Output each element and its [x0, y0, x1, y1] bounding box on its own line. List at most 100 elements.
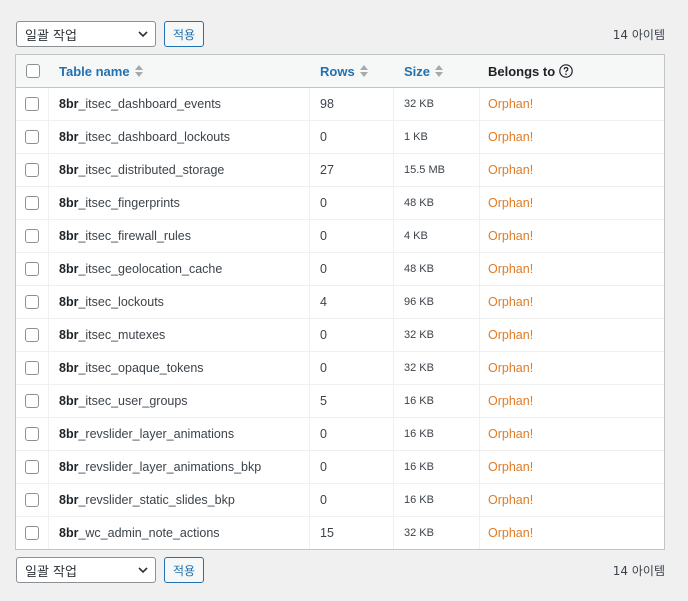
- row-checkbox[interactable]: [25, 526, 39, 540]
- table-row: 8br_itsec_firewall_rules 0 4 KB Orphan!: [16, 220, 664, 253]
- row-checkbox[interactable]: [25, 163, 39, 177]
- table-name: 8br_wc_admin_note_actions: [59, 526, 220, 540]
- table-row: 8br_itsec_mutexes 0 32 KB Orphan!: [16, 319, 664, 352]
- table-row: 8br_revslider_layer_animations 0 16 KB Orph…: [16, 418, 664, 451]
- table-prefix: 8br: [59, 163, 79, 177]
- table-name: 8br_itsec_geolocation_cache: [59, 262, 222, 276]
- table-prefix: 8br: [59, 427, 79, 441]
- table-row: 8br_revslider_static_slides_bkp 0 16 KB Orp…: [16, 484, 664, 517]
- column-size-label: Size: [404, 63, 431, 79]
- column-size[interactable]: Size: [394, 55, 480, 87]
- table-row: 8br_itsec_distributed_storage 27 15.5 MB Or…: [16, 154, 664, 187]
- table-size: 96 KB: [404, 296, 434, 308]
- table-size: 32 KB: [404, 329, 434, 341]
- belongs-to-value: Orphan!: [488, 97, 534, 111]
- row-checkbox[interactable]: [25, 97, 39, 111]
- table-prefix: 8br: [59, 262, 79, 276]
- belongs-to-value: Orphan!: [488, 130, 534, 144]
- table-prefix: 8br: [59, 328, 79, 342]
- row-checkbox[interactable]: [25, 262, 39, 276]
- table-name: 8br_itsec_opaque_tokens: [59, 361, 204, 375]
- column-table-name[interactable]: Table name: [49, 55, 310, 87]
- table-prefix: 8br: [59, 97, 79, 111]
- help-circle-icon[interactable]: [559, 64, 573, 78]
- table-name: 8br_itsec_lockouts: [59, 295, 164, 309]
- row-checkbox[interactable]: [25, 361, 39, 375]
- row-count: 0: [320, 130, 327, 144]
- table-suffix: _revslider_layer_animations: [78, 427, 235, 441]
- belongs-to-value: Orphan!: [488, 262, 534, 276]
- sort-arrows-icon: [359, 65, 368, 77]
- column-rows-label: Rows: [320, 63, 355, 79]
- row-count: 0: [320, 328, 327, 342]
- tables-screen: 일괄 작업 적용 14 아이템 Table name Rows Size Bel…: [0, 0, 688, 601]
- table-suffix: _wc_admin_note_actions: [78, 526, 220, 540]
- table-name: 8br_revslider_layer_animations: [59, 427, 234, 441]
- table-suffix: _itsec_lockouts: [78, 295, 164, 309]
- row-count: 27: [320, 163, 334, 177]
- apply-button[interactable]: 적용: [164, 21, 204, 47]
- row-checkbox[interactable]: [25, 295, 39, 309]
- table-suffix: _itsec_opaque_tokens: [78, 361, 204, 375]
- item-count: 14 아이템: [612, 564, 665, 578]
- row-checkbox[interactable]: [25, 229, 39, 243]
- tables-list: Table name Rows Size Belongs to 8br_itse…: [15, 54, 665, 550]
- table-suffix: _revslider_layer_animations_bkp: [78, 460, 262, 474]
- bulk-actions-label: 일괄 작업: [25, 564, 77, 580]
- row-checkbox[interactable]: [25, 427, 39, 441]
- table-size: 16 KB: [404, 395, 434, 407]
- sort-arrows-icon: [435, 65, 444, 77]
- table-suffix: _itsec_firewall_rules: [78, 229, 192, 243]
- select-all-checkbox[interactable]: [25, 64, 40, 78]
- row-checkbox[interactable]: [25, 130, 39, 144]
- table-name: 8br_itsec_fingerprints: [59, 196, 180, 210]
- belongs-to-value: Orphan!: [488, 394, 534, 408]
- row-checkbox[interactable]: [25, 196, 39, 210]
- table-prefix: 8br: [59, 460, 79, 474]
- table-size: 32 KB: [404, 98, 434, 110]
- bulk-actions-select[interactable]: 일괄 작업: [16, 557, 156, 583]
- chevron-down-icon: [138, 567, 148, 574]
- belongs-to-value: Orphan!: [488, 196, 534, 210]
- table-row: 8br_wc_admin_note_actions 15 32 KB Orphan!: [16, 517, 664, 549]
- row-count: 0: [320, 262, 327, 276]
- table-prefix: 8br: [59, 526, 79, 540]
- column-belongs-to: Belongs to: [480, 55, 664, 87]
- table-size: 16 KB: [404, 461, 434, 473]
- table-prefix: 8br: [59, 361, 79, 375]
- row-count: 4: [320, 295, 327, 309]
- table-prefix: 8br: [59, 130, 79, 144]
- table-name: 8br_revslider_layer_animations_bkp: [59, 460, 261, 474]
- belongs-to-value: Orphan!: [488, 460, 534, 474]
- row-checkbox[interactable]: [25, 460, 39, 474]
- row-count: 15: [320, 526, 334, 540]
- row-checkbox[interactable]: [25, 394, 39, 408]
- table-name: 8br_itsec_distributed_storage: [59, 163, 224, 177]
- table-suffix: _itsec_dashboard_events: [78, 97, 221, 111]
- row-checkbox[interactable]: [25, 328, 39, 342]
- table-name: 8br_itsec_dashboard_lockouts: [59, 130, 230, 144]
- row-count: 0: [320, 196, 327, 210]
- belongs-to-value: Orphan!: [488, 427, 534, 441]
- row-checkbox[interactable]: [25, 493, 39, 507]
- row-count: 0: [320, 361, 327, 375]
- table-prefix: 8br: [59, 295, 79, 309]
- belongs-to-value: Orphan!: [488, 295, 534, 309]
- sort-arrows-icon: [134, 65, 143, 77]
- belongs-to-value: Orphan!: [488, 493, 534, 507]
- table-row: 8br_itsec_fingerprints 0 48 KB Orphan!: [16, 187, 664, 220]
- table-suffix: _itsec_fingerprints: [78, 196, 180, 210]
- table-suffix: _revslider_static_slides_bkp: [78, 493, 235, 507]
- column-table-name-label: Table name: [59, 63, 130, 79]
- row-count: 0: [320, 493, 327, 507]
- item-count: 14 아이템: [612, 28, 665, 42]
- table-size: 16 KB: [404, 494, 434, 506]
- table-size: 4 KB: [404, 230, 428, 242]
- bulk-actions-select[interactable]: 일괄 작업: [16, 21, 156, 47]
- table-suffix: _itsec_user_groups: [78, 394, 188, 408]
- column-rows[interactable]: Rows: [310, 55, 394, 87]
- belongs-to-value: Orphan!: [488, 163, 534, 177]
- table-size: 1 KB: [404, 131, 428, 143]
- belongs-to-value: Orphan!: [488, 229, 534, 243]
- apply-button[interactable]: 적용: [164, 557, 204, 583]
